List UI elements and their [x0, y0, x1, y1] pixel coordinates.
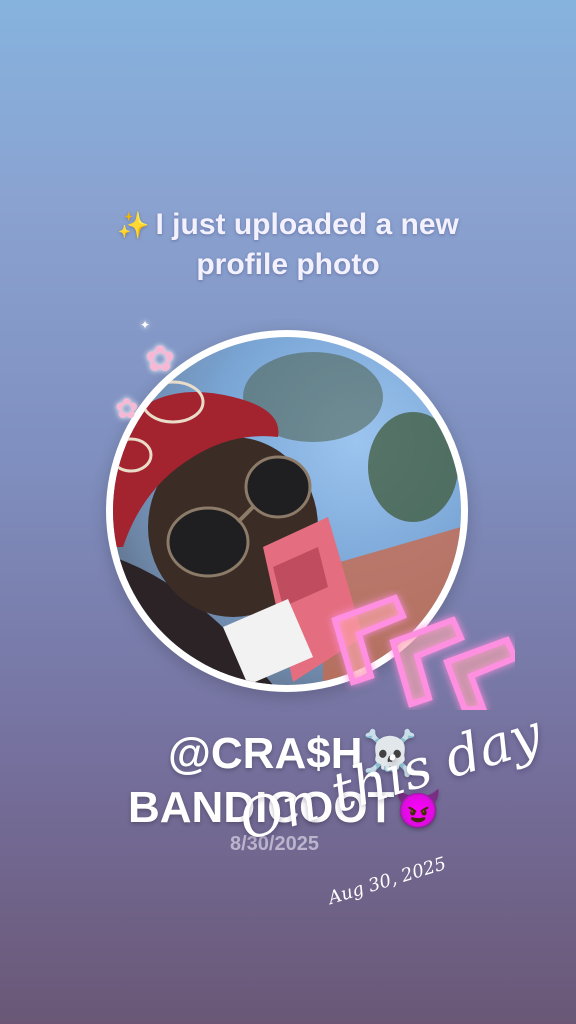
sparkles-icon: ✨	[117, 210, 150, 240]
headline-line-1: ✨ I just uploaded a new	[40, 205, 536, 245]
headline-line-1-text: I just uploaded a new	[155, 208, 459, 241]
headline-text: ✨ I just uploaded a new profile photo	[40, 205, 536, 285]
headline-line-2: profile photo	[196, 248, 380, 281]
sticker-date: Aug 30, 2025	[325, 853, 449, 909]
cherry-blossom-icon: ✿	[145, 338, 176, 379]
neon-arrows-icon	[331, 594, 515, 710]
cherry-blossom-icon: ✿	[115, 393, 139, 424]
sparkle-icon: ✦	[140, 318, 151, 332]
